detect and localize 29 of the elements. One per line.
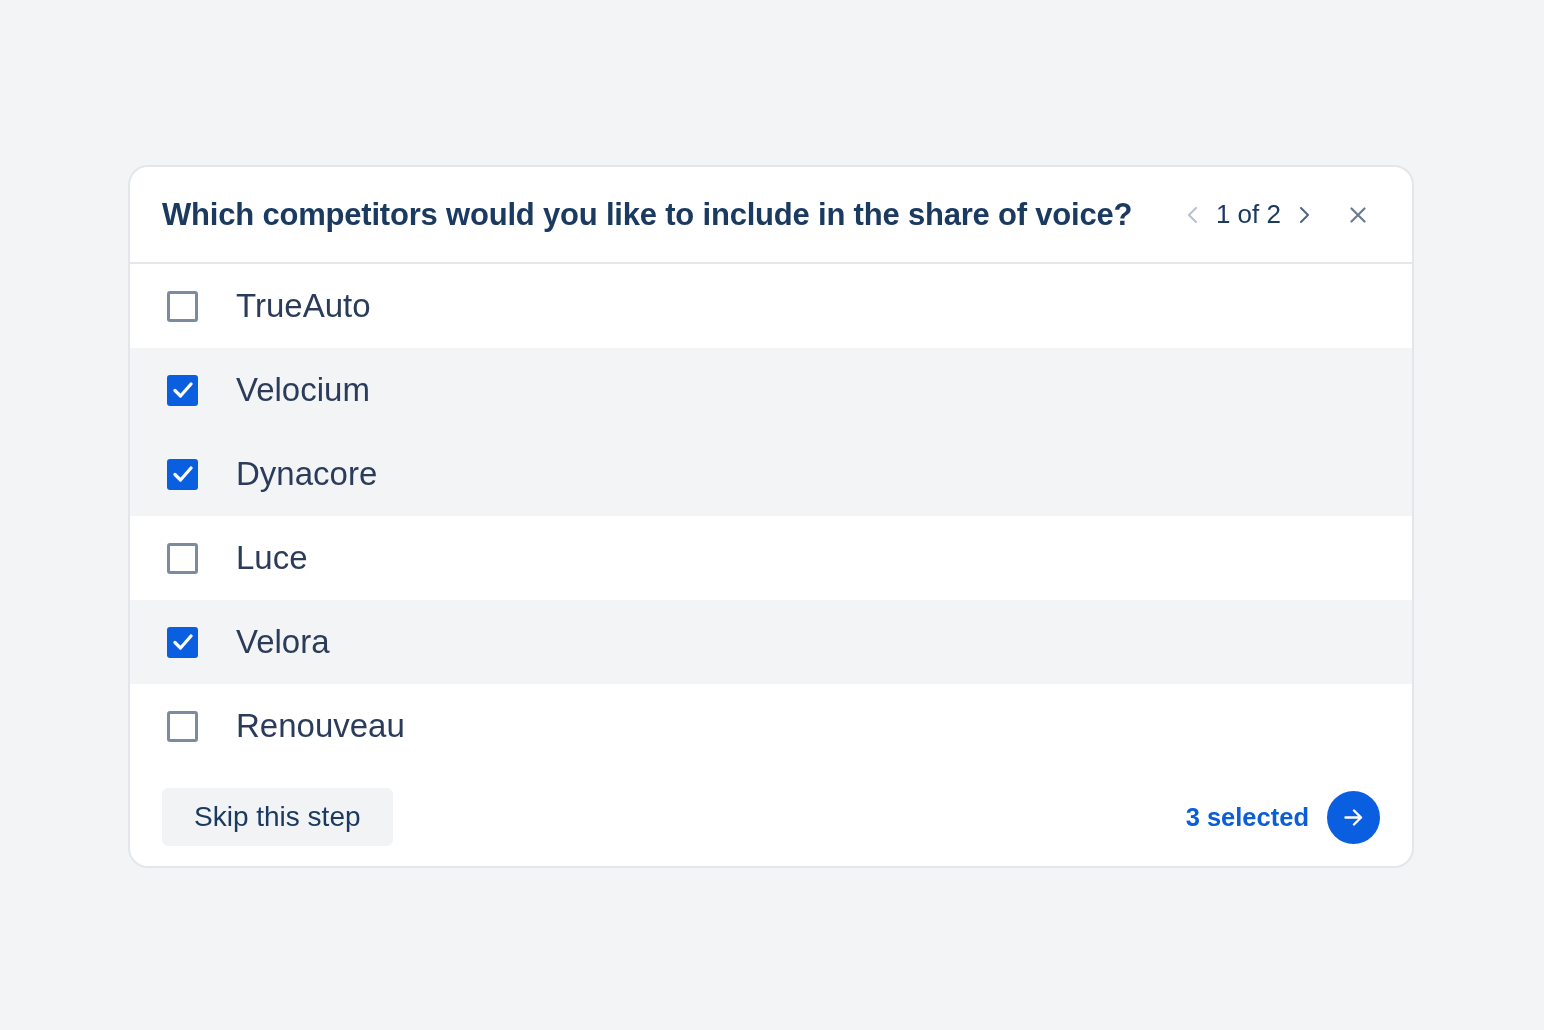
checkbox[interactable]: [167, 458, 198, 490]
checkbox[interactable]: [167, 374, 198, 406]
option-label: Luce: [236, 539, 308, 577]
checkmark-icon: [172, 634, 193, 650]
option-label: Velora: [236, 623, 330, 661]
next-page-button[interactable]: [1300, 206, 1310, 223]
option-label: Velocium: [236, 371, 370, 409]
chevron-left-icon: [1186, 206, 1197, 223]
checkbox[interactable]: [167, 542, 198, 574]
close-icon: [1350, 206, 1366, 223]
option-label: Renouveau: [236, 707, 405, 745]
option-label: TrueAuto: [236, 287, 371, 325]
arrow-right-icon: [1344, 808, 1363, 826]
option-row[interactable]: Dynacore: [130, 432, 1412, 516]
checkbox[interactable]: [167, 710, 198, 742]
checkmark-icon: [172, 466, 193, 482]
selected-count: 3 selected: [1185, 802, 1309, 832]
dialog-title: Which competitors would you like to include in the share of voice?: [162, 196, 1133, 233]
option-label: Dynacore: [236, 455, 378, 493]
continue-button[interactable]: [1327, 790, 1380, 844]
checkbox[interactable]: [167, 290, 198, 322]
checkmark-icon: [172, 382, 193, 398]
skip-button[interactable]: Skip this step: [162, 788, 393, 846]
close-button[interactable]: [1350, 206, 1366, 223]
checkbox[interactable]: [167, 626, 198, 658]
chevron-right-icon: [1300, 206, 1310, 223]
option-row[interactable]: Velora: [130, 600, 1412, 684]
page-indicator: 1 of 2: [1215, 199, 1281, 230]
option-row[interactable]: Velocium: [130, 348, 1412, 432]
